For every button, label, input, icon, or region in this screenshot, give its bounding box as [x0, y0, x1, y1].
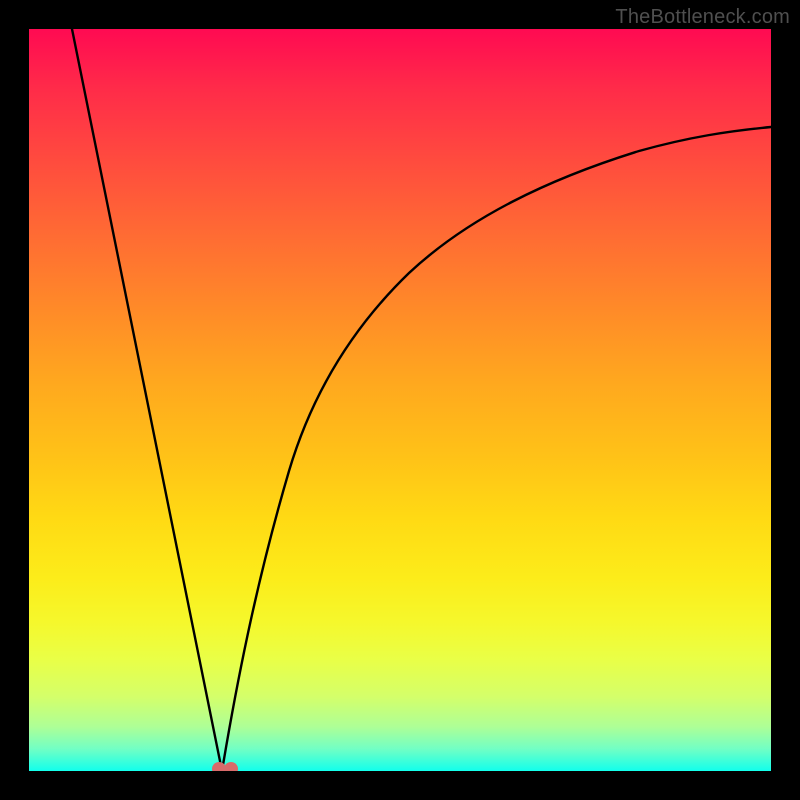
curve-layer: [29, 29, 771, 771]
min-marker-b: [224, 762, 238, 771]
plot-area: [29, 29, 771, 771]
attribution-label: TheBottleneck.com: [615, 6, 790, 29]
v-curve: [72, 29, 771, 771]
chart-frame: TheBottleneck.com: [0, 0, 800, 800]
